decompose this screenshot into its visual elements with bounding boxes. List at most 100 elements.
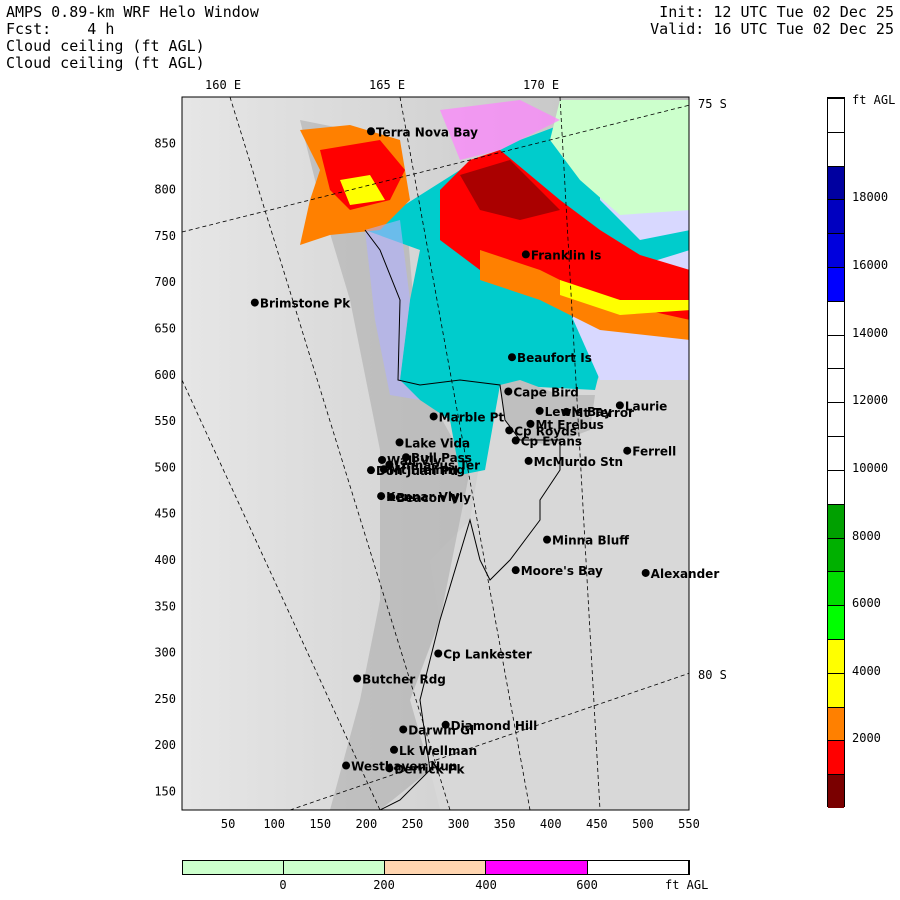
y-tick-label: 750 (154, 229, 176, 243)
hbar-tick-label: 0 (279, 878, 287, 892)
station-dot[interactable] (366, 466, 375, 475)
station-dot[interactable] (378, 455, 387, 464)
colorbar-unit: ft AGL (852, 93, 896, 107)
station-dot[interactable] (353, 674, 362, 683)
colorbar-segment (828, 672, 844, 707)
colorbar-segment (828, 469, 844, 504)
y-tick-label: 300 (154, 646, 176, 660)
y-tick-label: 650 (154, 321, 176, 335)
station-dot[interactable] (508, 353, 517, 362)
hbar-segment (385, 861, 486, 874)
colorbar-segment (828, 131, 844, 166)
y-tick-label: 400 (154, 553, 176, 567)
colorbar-tick-label: 4000 (852, 663, 881, 678)
colorbar-segment (828, 334, 844, 369)
station-dot[interactable] (504, 387, 513, 396)
station-label: Ferrell (632, 445, 676, 459)
colorbar-segment (828, 638, 844, 673)
station-dot[interactable] (385, 764, 394, 773)
station-label: Lake Vida (405, 436, 471, 450)
station-dot[interactable] (623, 446, 632, 455)
station-dot[interactable] (511, 566, 520, 575)
station-dot[interactable] (250, 298, 259, 307)
colorbar-segment (828, 300, 844, 335)
station-dot[interactable] (641, 568, 650, 577)
station-dot[interactable] (505, 426, 514, 435)
colorbar-segment (828, 571, 844, 606)
x-tick-label: 50 (221, 817, 235, 831)
colorbar-segment (828, 774, 844, 808)
station-dot[interactable] (535, 406, 544, 415)
station-dot[interactable] (562, 407, 571, 416)
y-tick-label: 800 (154, 183, 176, 197)
x-tick-label: 100 (263, 817, 285, 831)
x-tick-label: 350 (494, 817, 516, 831)
colorbar-segment (828, 740, 844, 775)
colorbar-segment (828, 503, 844, 538)
station-dot[interactable] (543, 535, 552, 544)
station-label: Cp Lankester (443, 648, 532, 662)
station-label: Brimstone Pk (260, 297, 351, 311)
y-tick-label: 450 (154, 507, 176, 521)
y-tick-label: 700 (154, 275, 176, 289)
colorbar-segment (828, 233, 844, 268)
hbar-segment (588, 861, 689, 874)
station-label: Cp Evans (521, 435, 582, 449)
station-dot[interactable] (526, 419, 535, 428)
colorbar-segment (828, 537, 844, 572)
colorbar-tick-label: 2000 (852, 731, 881, 746)
station-label: Moore's Bay (521, 564, 603, 578)
colorbar-segment (828, 706, 844, 741)
station-dot[interactable] (399, 725, 408, 734)
colorbar-tick-label: 16000 (852, 258, 889, 273)
station-dot[interactable] (377, 492, 386, 501)
station-dot[interactable] (390, 745, 399, 754)
station-dot[interactable] (366, 127, 375, 136)
x-axis: 50 100 150 200 250 300 350 400 450 500 550 (221, 817, 700, 831)
station-label: Alexander (651, 567, 720, 581)
x-tick-label: 300 (448, 817, 470, 831)
station-label: Beaufort Is (517, 351, 592, 365)
station-label: Marble Pt (439, 410, 505, 424)
station-dot[interactable] (521, 250, 530, 259)
station-dot[interactable] (342, 761, 351, 770)
x-tick-label: 400 (540, 817, 562, 831)
station-dot[interactable] (429, 412, 438, 421)
station-dot[interactable] (524, 456, 533, 465)
hbar-unit: ft AGL (665, 878, 709, 892)
y-tick-label: 200 (154, 738, 176, 752)
colorbar-segment (828, 402, 844, 437)
station-dot[interactable] (387, 493, 396, 502)
station-label: Cape Bird (513, 385, 579, 399)
station-dot[interactable] (385, 460, 394, 469)
station-label: Derrick Pk (394, 762, 465, 776)
y-tick-label: 600 (154, 368, 176, 382)
x-tick-label: 150 (309, 817, 331, 831)
y-tick-label: 150 (154, 784, 176, 798)
station-label: Terra Nova Bay (376, 125, 478, 139)
station-label: Franklin Is (531, 248, 602, 262)
colorbar-tick-label: 18000 (852, 190, 889, 205)
map-panel: 850 800 750 700 650 600 550 500 450 400 350 300 250 2… (154, 96, 720, 831)
station-label: Mt Erebus (535, 418, 603, 432)
colorbar-tick-label: 8000 (852, 528, 881, 543)
y-tick-label: 250 (154, 692, 176, 706)
station-dot[interactable] (511, 436, 520, 445)
colorbar-tick-label: 14000 (852, 325, 889, 340)
station-label: Linnaeus Ter (394, 459, 480, 473)
colorbar-segment (828, 199, 844, 234)
colorbar-segment (828, 605, 844, 639)
y-tick-label: 500 (154, 460, 176, 474)
station-dot[interactable] (395, 438, 404, 447)
station-dot[interactable] (434, 649, 443, 658)
colorbar-tick-label: 10000 (852, 460, 889, 475)
station-label: Beacon Vly (396, 491, 471, 505)
colorbar-segment (828, 436, 844, 470)
hbar-segment (486, 861, 588, 874)
colorbar-tick-label: 6000 (852, 596, 881, 611)
y-axis: 850 800 750 700 650 600 550 500 450 400 350 300 250 2… (154, 136, 176, 798)
x-tick-label: 550 (678, 817, 700, 831)
x-tick-label: 250 (402, 817, 424, 831)
station-label: Lk Wellman (399, 744, 477, 758)
y-tick-label: 850 (154, 136, 176, 150)
